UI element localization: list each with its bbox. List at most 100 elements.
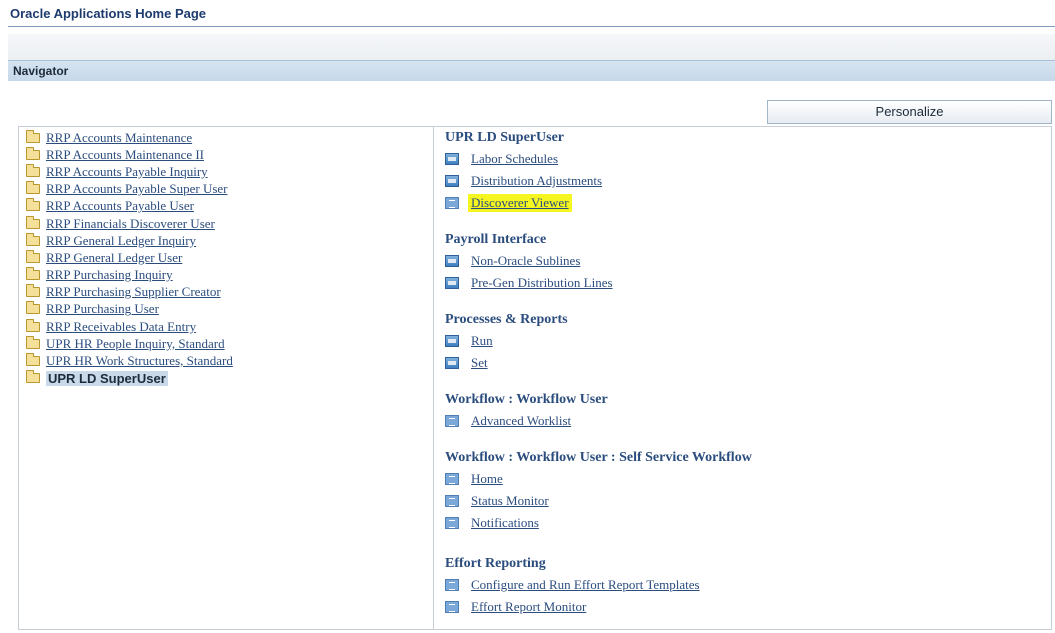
- function-section: Workflow : Workflow User Advanced Worklis…: [445, 390, 608, 432]
- personalize-button[interactable]: Personalize: [767, 100, 1052, 124]
- responsibility-link[interactable]: UPR HR Work Structures, Standard: [46, 353, 233, 369]
- function-item[interactable]: Set: [445, 352, 568, 374]
- function-section: Workflow : Workflow User : Self Service …: [445, 448, 752, 534]
- responsibility-item[interactable]: UPR HR People Inquiry, Standard: [26, 335, 233, 352]
- responsibility-item[interactable]: RRP Purchasing Inquiry: [26, 267, 233, 284]
- form-icon: [445, 153, 459, 165]
- function-link[interactable]: Discoverer Viewer: [468, 194, 572, 212]
- responsibility-link[interactable]: RRP Accounts Payable Super User: [46, 181, 228, 197]
- responsibility-item[interactable]: RRP Purchasing User: [26, 301, 233, 318]
- function-item[interactable]: Non-Oracle Sublines: [445, 250, 613, 272]
- function-link[interactable]: Configure and Run Effort Report Template…: [471, 577, 700, 593]
- responsibility-link[interactable]: RRP Accounts Maintenance II: [46, 147, 204, 163]
- page-icon: [445, 579, 459, 591]
- responsibility-link[interactable]: UPR HR People Inquiry, Standard: [46, 336, 225, 352]
- folder-icon: [26, 198, 40, 212]
- section-title: Processes & Reports: [445, 312, 568, 327]
- page-title: Oracle Applications Home Page: [10, 6, 207, 21]
- responsibility-item[interactable]: RRP General Ledger Inquiry: [26, 232, 233, 249]
- function-item[interactable]: Status Monitor: [445, 490, 752, 512]
- navigator-title: Navigator: [13, 64, 69, 78]
- folder-icon: [26, 146, 40, 160]
- responsibility-item[interactable]: RRP Purchasing Supplier Creator: [26, 284, 233, 301]
- page-icon: [445, 415, 459, 427]
- function-item[interactable]: Run: [445, 330, 568, 352]
- responsibility-tree: RRP Accounts Maintenance RRP Accounts Mai…: [26, 129, 233, 387]
- form-icon: [445, 175, 459, 187]
- responsibility-link[interactable]: RRP Purchasing Inquiry: [46, 267, 173, 283]
- section-title: Payroll Interface: [445, 232, 547, 247]
- function-link[interactable]: Set: [471, 355, 488, 371]
- folder-icon: [26, 163, 40, 177]
- function-item[interactable]: Configure and Run Effort Report Template…: [445, 574, 700, 596]
- function-item[interactable]: Distribution Adjustments: [445, 170, 602, 192]
- title-divider: [8, 26, 1055, 27]
- function-item[interactable]: Notifications: [445, 512, 752, 534]
- responsibility-link[interactable]: RRP General Ledger User: [46, 250, 182, 266]
- responsibility-link[interactable]: RRP General Ledger Inquiry: [46, 233, 196, 249]
- function-link[interactable]: Home: [471, 471, 503, 487]
- function-item[interactable]: Discoverer Viewer: [445, 192, 602, 214]
- responsibility-link[interactable]: RRP Accounts Maintenance: [46, 130, 192, 146]
- folder-icon: [26, 284, 40, 298]
- responsibility-link[interactable]: RRP Purchasing Supplier Creator: [46, 284, 221, 300]
- function-item[interactable]: Pre-Gen Distribution Lines: [445, 272, 613, 294]
- responsibility-item[interactable]: RRP Financials Discoverer User: [26, 215, 233, 232]
- responsibility-link[interactable]: UPR LD SuperUser: [46, 370, 168, 386]
- function-link[interactable]: Non-Oracle Sublines: [471, 253, 580, 269]
- responsibility-link[interactable]: RRP Purchasing User: [46, 301, 159, 317]
- responsibility-item[interactable]: RRP Accounts Payable User: [26, 198, 233, 215]
- function-link[interactable]: Run: [471, 333, 493, 349]
- form-icon: [445, 277, 459, 289]
- function-link[interactable]: Distribution Adjustments: [471, 173, 602, 189]
- page-icon: [445, 517, 459, 529]
- function-link[interactable]: Labor Schedules: [471, 151, 558, 167]
- page-icon: [445, 601, 459, 613]
- folder-icon: [26, 232, 40, 246]
- function-item[interactable]: Home: [445, 468, 752, 490]
- responsibility-item[interactable]: UPR HR Work Structures, Standard: [26, 352, 233, 369]
- responsibility-item[interactable]: RRP Accounts Payable Super User: [26, 181, 233, 198]
- folder-icon: [26, 353, 40, 367]
- responsibility-item[interactable]: RRP Receivables Data Entry: [26, 318, 233, 335]
- function-section: UPR LD SuperUser Labor Schedules Distribut…: [445, 128, 602, 214]
- folder-icon: [26, 370, 40, 384]
- folder-icon: [26, 129, 40, 143]
- responsibility-item[interactable]: RRP Accounts Maintenance II: [26, 146, 233, 163]
- form-icon: [445, 255, 459, 267]
- folder-icon: [26, 249, 40, 263]
- panel-divider: [433, 126, 434, 630]
- page-icon: [445, 473, 459, 485]
- folder-icon: [26, 267, 40, 281]
- global-band: [8, 34, 1055, 60]
- function-link[interactable]: Effort Report Monitor: [471, 599, 586, 615]
- section-title: Workflow : Workflow User : Self Service …: [445, 450, 752, 465]
- function-section: Processes & Reports Run Set: [445, 310, 568, 374]
- page-icon: [445, 495, 459, 507]
- section-title: UPR LD SuperUser: [445, 130, 564, 145]
- function-link[interactable]: Status Monitor: [471, 493, 549, 509]
- responsibility-link[interactable]: RRP Receivables Data Entry: [46, 319, 196, 335]
- responsibility-link[interactable]: RRP Accounts Payable Inquiry: [46, 164, 208, 180]
- page-icon: [445, 197, 459, 209]
- function-section: Payroll Interface Non-Oracle Sublines Pre-…: [445, 230, 613, 294]
- form-icon: [445, 335, 459, 347]
- responsibility-item[interactable]: RRP General Ledger User: [26, 249, 233, 266]
- responsibility-item[interactable]: UPR LD SuperUser: [26, 370, 233, 387]
- folder-icon: [26, 215, 40, 229]
- function-item[interactable]: Labor Schedules: [445, 148, 602, 170]
- folder-icon: [26, 181, 40, 195]
- function-link[interactable]: Advanced Worklist: [471, 413, 571, 429]
- section-title: Effort Reporting: [445, 556, 546, 571]
- responsibility-link[interactable]: RRP Accounts Payable User: [46, 198, 194, 214]
- function-link[interactable]: Pre-Gen Distribution Lines: [471, 275, 613, 291]
- section-title: Workflow : Workflow User: [445, 392, 608, 407]
- folder-icon: [26, 301, 40, 315]
- function-item[interactable]: Effort Report Monitor: [445, 596, 700, 618]
- responsibility-item[interactable]: RRP Accounts Maintenance: [26, 129, 233, 146]
- responsibility-item[interactable]: RRP Accounts Payable Inquiry: [26, 163, 233, 180]
- form-icon: [445, 357, 459, 369]
- responsibility-link[interactable]: RRP Financials Discoverer User: [46, 216, 215, 232]
- function-link[interactable]: Notifications: [471, 515, 539, 531]
- function-item[interactable]: Advanced Worklist: [445, 410, 608, 432]
